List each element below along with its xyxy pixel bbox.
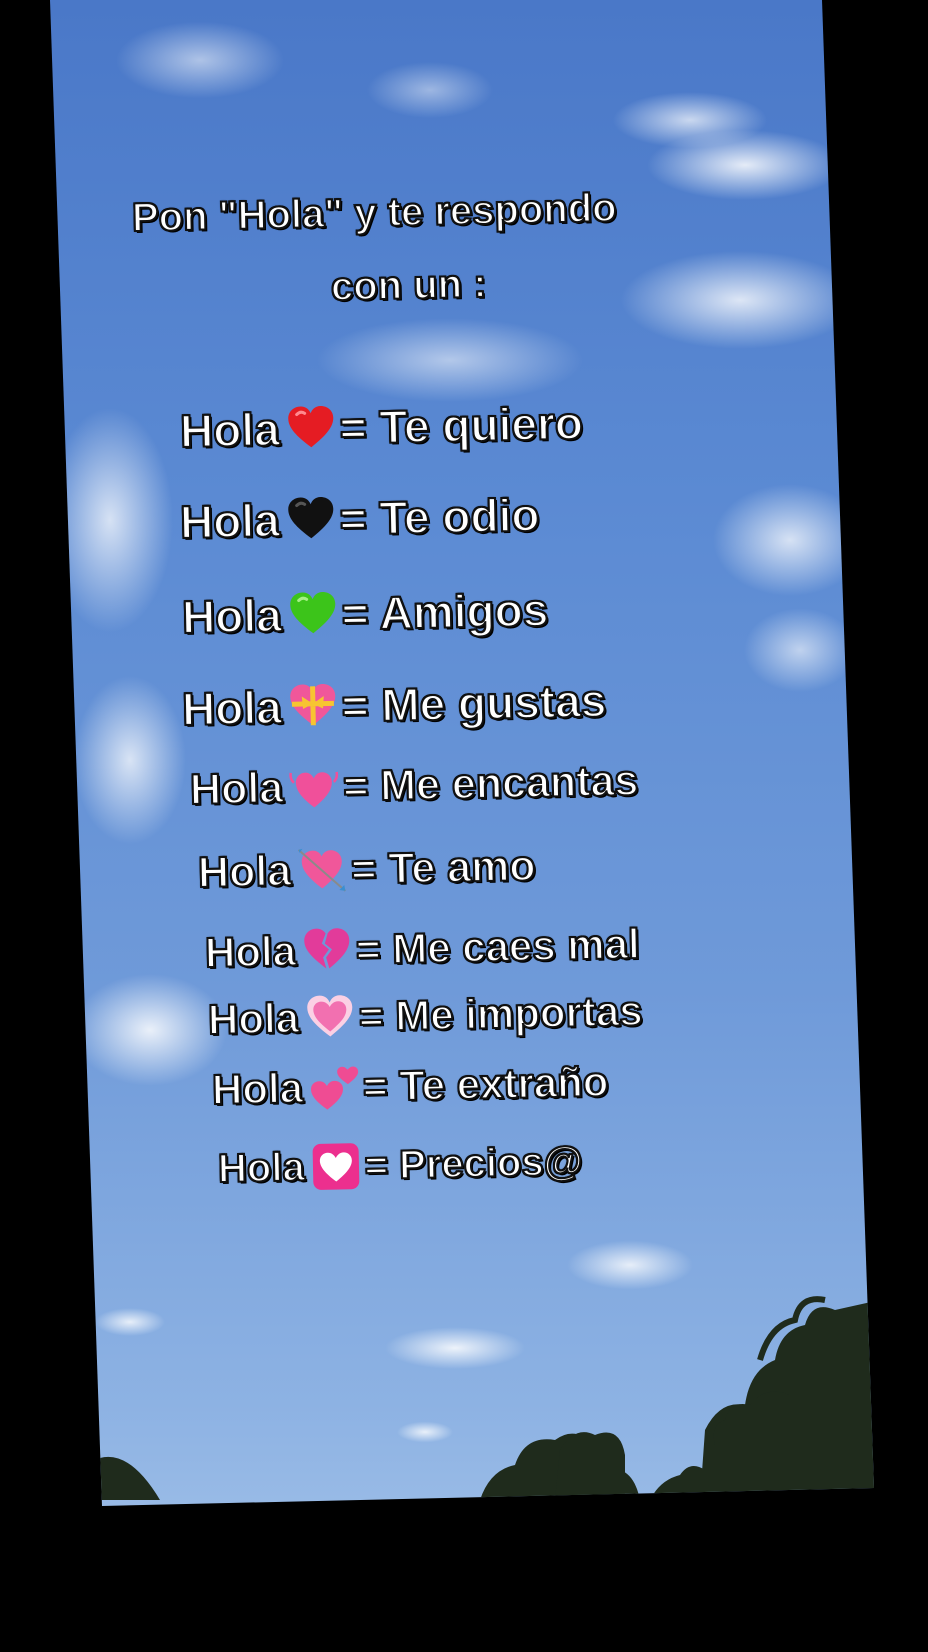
hola-label: Hola	[180, 680, 283, 736]
prompt-title-line-2: con un :	[330, 261, 488, 310]
heart-decoration-icon	[310, 1141, 361, 1192]
hola-label: Hola	[180, 588, 283, 644]
meaning-label: = Te amo	[350, 840, 537, 894]
two-hearts-icon	[308, 1062, 359, 1113]
hola-label: Hola	[206, 993, 300, 1044]
heart-with-ribbon-icon	[287, 681, 338, 732]
black-heart-icon	[285, 494, 336, 545]
list-item: Hola = Amigos	[180, 582, 550, 644]
meaning-label: = Te quiero	[338, 396, 584, 455]
hola-label: Hola	[188, 763, 284, 815]
heart-with-arrow-icon	[297, 845, 348, 896]
hola-label: Hola	[217, 1144, 307, 1192]
meaning-label: = Me gustas	[340, 673, 608, 733]
hola-label: Hola	[178, 493, 281, 549]
list-item: Hola = Te quiero	[178, 396, 584, 458]
hola-label: Hola	[178, 402, 281, 458]
meaning-label: = Me importas	[357, 986, 644, 1041]
broken-heart-icon	[301, 925, 352, 976]
beating-heart-icon	[289, 762, 340, 813]
sparkling-pink-heart-icon	[304, 992, 355, 1043]
hola-label: Hola	[210, 1063, 304, 1114]
meaning-label: = Te odio	[338, 487, 541, 545]
list-item: Hola = Me gustas	[180, 673, 608, 736]
list-item: Hola = Te extraño	[210, 1057, 609, 1115]
list-item: Hola = Me encantas	[188, 755, 640, 815]
list-item: Hola = Me caes mal	[203, 919, 641, 978]
hola-label: Hola	[196, 846, 292, 898]
hola-label: Hola	[203, 926, 297, 977]
meaning-label: = Te extraño	[361, 1057, 609, 1111]
meaning-label: = Me encantas	[342, 755, 640, 811]
green-heart-icon	[287, 589, 338, 640]
list-item: Hola = Precios@	[217, 1136, 585, 1194]
meaning-label: = Me caes mal	[354, 919, 641, 974]
list-item: Hola = Te amo	[196, 840, 537, 898]
list-item: Hola = Te odio	[178, 487, 541, 549]
treeline-silhouette	[100, 1296, 874, 1500]
list-item: Hola = Me importas	[206, 986, 644, 1045]
meaning-label: = Amigos	[340, 582, 550, 640]
red-heart-icon	[285, 403, 336, 454]
meaning-label: = Precios@	[363, 1138, 584, 1189]
